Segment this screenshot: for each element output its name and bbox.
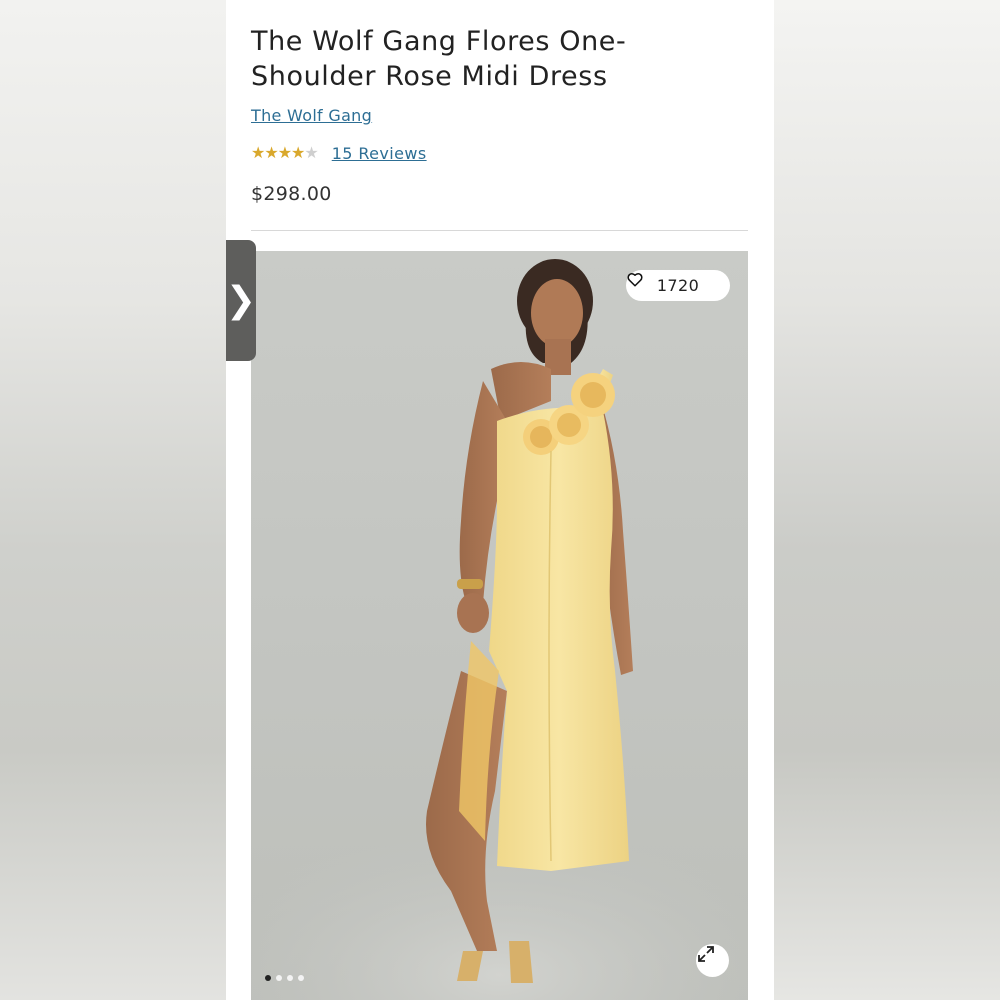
expand-arrows-icon: [698, 946, 714, 962]
star-icon: ★: [251, 143, 265, 162]
star-empty-icon: ★: [304, 143, 318, 162]
carousel-dot[interactable]: [276, 975, 282, 981]
product-price: $298.00: [251, 183, 332, 205]
divider: [251, 230, 748, 231]
like-button[interactable]: 1720: [626, 270, 730, 301]
heart-outline-icon: [627, 273, 643, 287]
carousel-dot[interactable]: [298, 975, 304, 981]
background-right: [774, 0, 1000, 1000]
product-panel: The Wolf Gang Flores One-Shoulder Rose M…: [226, 0, 774, 1000]
star-icon: ★: [277, 143, 292, 162]
star-rating: ★★★★★: [251, 143, 319, 163]
side-tab-button[interactable]: ❯: [226, 240, 256, 361]
background-left: [0, 0, 226, 1000]
carousel-dot[interactable]: [265, 975, 271, 981]
product-title: The Wolf Gang Flores One-Shoulder Rose M…: [251, 26, 627, 92]
carousel-dot[interactable]: [287, 975, 293, 981]
rating-row: ★★★★★ 15 Reviews: [251, 142, 427, 164]
like-count: 1720: [656, 276, 700, 295]
expand-image-button[interactable]: [696, 944, 729, 977]
star-icon: ★: [291, 143, 305, 162]
brand-link[interactable]: The Wolf Gang: [251, 106, 372, 125]
carousel-dots: [265, 975, 304, 981]
reviews-link[interactable]: 15 Reviews: [332, 144, 427, 163]
product-image[interactable]: 1720: [251, 251, 748, 1000]
star-icon: ★: [264, 143, 278, 162]
model-photo: [251, 259, 748, 1000]
chevron-right-icon: ❯: [225, 280, 257, 321]
